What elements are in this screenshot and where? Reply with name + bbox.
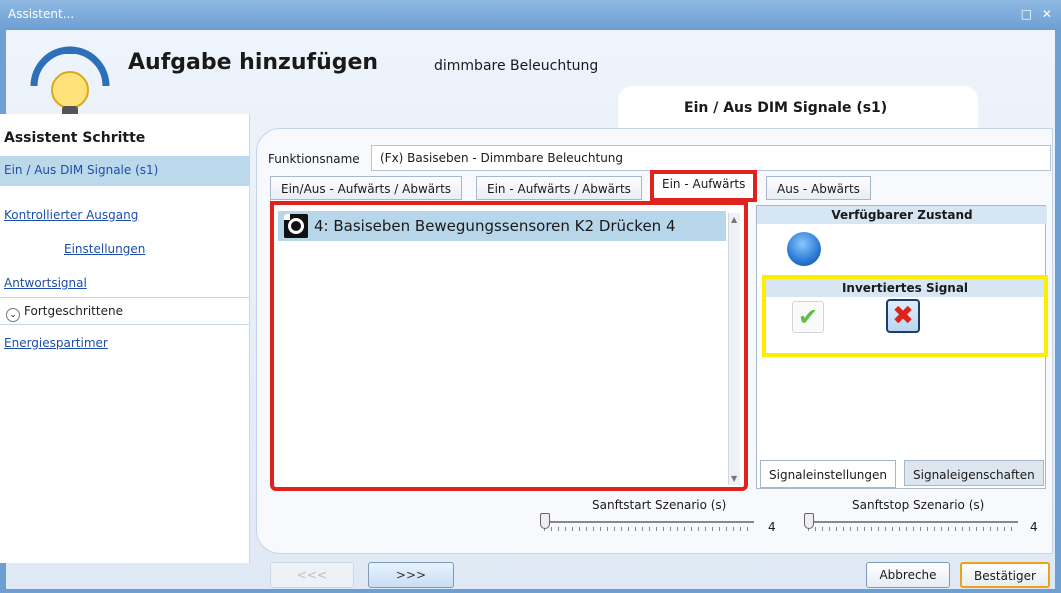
next-step-button[interactable]: >>> [368, 562, 454, 588]
sidebar-item-controlled-output[interactable]: Kontrollierter Ausgang [4, 208, 138, 222]
softstart-value: 4 [768, 520, 776, 534]
sidebar-item-label: Fortgeschrittene [24, 304, 123, 318]
slider-thumb[interactable] [540, 513, 550, 529]
softstop-value: 4 [1030, 520, 1038, 534]
window-controls[interactable]: □ ✕ [1021, 7, 1055, 21]
sidebar-item-advanced[interactable]: ⌄ Fortgeschrittene [6, 304, 123, 322]
tab-signal-properties[interactable]: Signaleigenschaften [904, 460, 1044, 486]
page-title: Aufgabe hinzufügen [128, 50, 379, 75]
inverted-signal-box: Invertiertes Signal ✔ ✖ [762, 275, 1048, 357]
previous-step-button[interactable]: <<< [270, 562, 354, 588]
list-scrollbar[interactable]: ▲ ▼ [728, 213, 740, 485]
slider-track [808, 521, 1018, 523]
lightbulb-logo-icon [30, 46, 110, 120]
motion-sensor-icon [284, 214, 308, 238]
function-name-label: Funktionsname [268, 152, 360, 166]
slider-ticks [808, 527, 1018, 531]
cancel-button[interactable]: Abbreche [866, 562, 950, 588]
current-step-card: Ein / Aus DIM Signale (s1) [618, 86, 978, 130]
function-name-field[interactable]: (Fx) Basiseben - Dimmbare Beleuchtung [371, 145, 1051, 171]
inverted-signal-header: Invertiertes Signal [766, 279, 1044, 297]
page-subtitle: dimmbare Beleuchtung [434, 58, 599, 74]
signal-list: 4: Basiseben Bewegungssensoren K2 Drücke… [270, 201, 748, 491]
tab-on-up-down[interactable]: Ein - Aufwärts / Abwärts [476, 176, 642, 200]
window-title: Assistent... [8, 7, 75, 21]
sidebar-item-response-signal[interactable]: Antwortsignal [4, 276, 87, 290]
sidebar-item-label: Ein / Aus DIM Signale (s1) [4, 163, 159, 177]
current-step-title: Ein / Aus DIM Signale (s1) [684, 100, 888, 116]
tab-off-down[interactable]: Aus - Abwärts [766, 176, 871, 200]
window-titlebar: Assistent... □ ✕ [0, 0, 1061, 30]
softstart-label: Sanftstart Szenario (s) [592, 498, 727, 512]
chevron-down-icon: ⌄ [6, 308, 20, 322]
tab-on-up[interactable]: Ein - Aufwärts [650, 170, 758, 202]
tab-on-off-up-down[interactable]: Ein/Aus - Aufwärts / Abwärts [270, 176, 463, 200]
softstart-slider[interactable] [540, 512, 754, 536]
blue-button-state-icon[interactable] [787, 232, 821, 266]
sidebar-item-on-off-dim[interactable]: Ein / Aus DIM Signale (s1) [0, 156, 250, 186]
slider-thumb[interactable] [804, 513, 814, 529]
sidebar-divider [0, 297, 250, 298]
softstop-label: Sanftstop Szenario (s) [852, 498, 985, 512]
tab-signal-settings[interactable]: Signaleinstellungen [760, 460, 897, 488]
sidebar-item-settings[interactable]: Einstellungen [64, 242, 145, 256]
checkmark-icon[interactable]: ✔ [792, 301, 824, 333]
wizard-steps-sidebar: Assistent Schritte Ein / Aus DIM Signale… [0, 114, 250, 563]
available-state-header: Verfügbarer Zustand [757, 206, 1047, 224]
sidebar-item-energy-timer[interactable]: Energiespartimer [4, 336, 108, 350]
slider-ticks [544, 527, 754, 531]
sidebar-divider [0, 324, 250, 325]
sidebar-title: Assistent Schritte [4, 130, 146, 146]
cross-icon[interactable]: ✖ [886, 299, 920, 333]
list-item[interactable]: 4: Basiseben Bewegungssensoren K2 Drücke… [278, 211, 726, 241]
list-item-label: 4: Basiseben Bewegungssensoren K2 Drücke… [314, 217, 676, 235]
confirm-button[interactable]: Bestätiger [960, 562, 1050, 588]
scroll-down-icon[interactable]: ▼ [731, 474, 737, 483]
softstop-slider[interactable] [804, 512, 1018, 536]
scroll-up-icon[interactable]: ▲ [731, 215, 737, 224]
slider-track [544, 521, 754, 523]
